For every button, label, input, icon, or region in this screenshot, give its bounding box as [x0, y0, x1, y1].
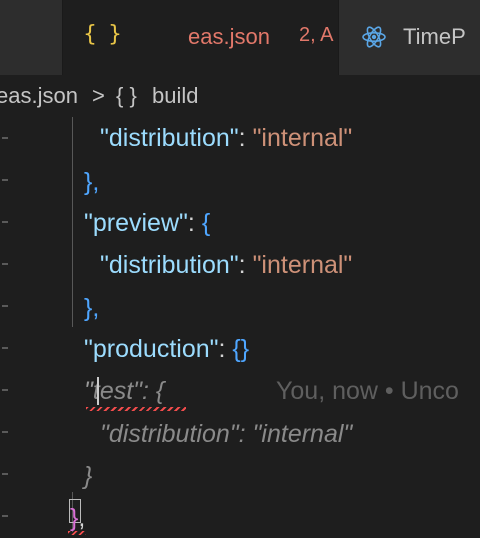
ghost-suggestion: test": { [92, 377, 165, 405]
json-bracket: }, [84, 294, 100, 322]
breadcrumb-node[interactable]: build [152, 83, 198, 109]
json-key: "preview" [84, 209, 188, 237]
git-blame-annotation: You, now • Unco [276, 377, 459, 405]
json-comma: , [78, 504, 86, 532]
tab-label: TimeP [403, 24, 466, 49]
problems-badge: 2, A [299, 24, 334, 46]
gutter-mark [2, 431, 8, 433]
error-squiggle [86, 407, 186, 411]
json-bracket: {} [232, 335, 250, 363]
json-colon: : [187, 209, 202, 237]
chevron-right-icon: > [92, 83, 105, 108]
json-colon: : [218, 335, 233, 363]
line-gutter [0, 117, 62, 538]
code-line: "preview": { [84, 208, 210, 238]
json-colon: : [238, 251, 253, 279]
tab-eas-json[interactable]: { } eas.json 2, A [63, 0, 378, 75]
gutter-mark [2, 389, 8, 391]
json-file-icon: { } [83, 22, 124, 47]
react-icon [362, 26, 386, 48]
ghost-suggestion: "distribution": "internal" [100, 420, 353, 448]
json-string: "internal" [252, 251, 353, 279]
gutter-mark [2, 347, 8, 349]
gutter-mark [2, 305, 8, 307]
json-colon: : [238, 124, 253, 152]
typed-quote: " [84, 377, 93, 405]
breadcrumb: eas.json > { } build [0, 75, 480, 117]
gutter-mark [2, 137, 8, 139]
breadcrumb-file[interactable]: eas.json [0, 83, 78, 109]
gutter-mark [2, 263, 8, 265]
gutter-mark [2, 473, 8, 475]
gutter-mark [2, 221, 8, 223]
indent-guide [72, 117, 73, 327]
code-line: }, [70, 503, 85, 533]
json-object-icon: { } [116, 83, 137, 108]
text-cursor [97, 377, 99, 405]
ghost-suggestion: } [84, 462, 93, 490]
code-line: "distribution": "internal" [100, 123, 352, 153]
json-key: "production" [84, 335, 219, 363]
tab-previous[interactable] [0, 0, 63, 75]
code-editor[interactable]: "distribution": "internal" }, "preview":… [62, 117, 480, 538]
code-line: "distribution": "internal" [100, 250, 352, 280]
code-line: }, [84, 167, 99, 197]
json-key: "distribution" [100, 251, 239, 279]
json-string: "internal" [252, 124, 353, 152]
tab-label: eas.json [188, 24, 270, 49]
json-bracket: { [201, 209, 211, 237]
json-key: "distribution" [100, 124, 239, 152]
tab-bar: { } eas.json 2, A TimeP [0, 0, 480, 75]
gutter-mark [2, 515, 8, 517]
code-line: "production": {} [84, 334, 249, 364]
error-squiggle [68, 531, 86, 535]
tab-timep[interactable]: TimeP [338, 0, 480, 75]
json-bracket: }, [84, 168, 100, 196]
code-line: }, [84, 293, 99, 323]
gutter-mark [2, 179, 8, 181]
